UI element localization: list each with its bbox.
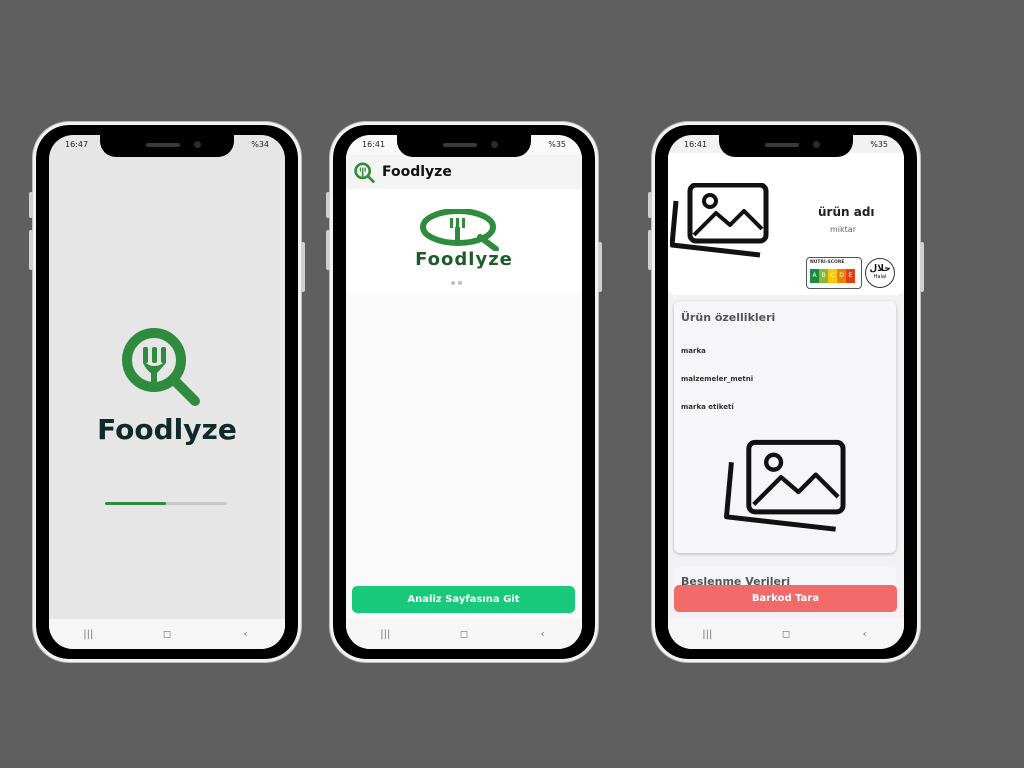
notch — [397, 135, 531, 157]
power-button — [301, 242, 305, 292]
features-title: Ürün özellikleri — [681, 311, 776, 324]
phone-splash: 16:47 %34 Foodlyze ||| ◻ ‹ — [29, 122, 305, 662]
foodlyze-logo-icon — [354, 162, 376, 188]
home-button[interactable]: ◻ — [147, 629, 187, 640]
grade-a: A — [810, 269, 819, 283]
recents-button[interactable]: ||| — [687, 629, 727, 640]
label-image-placeholder-icon[interactable] — [724, 436, 848, 552]
product-name: ürün adı — [818, 205, 875, 219]
grade-d: D — [837, 269, 846, 283]
status-battery: %34 — [251, 140, 269, 149]
volume-button — [648, 192, 652, 218]
volume-button — [326, 192, 330, 218]
banner-carousel[interactable]: Foodlyze — [346, 189, 582, 293]
product-features-card: Ürün özellikleri marka malzemeler_metni … — [674, 301, 896, 553]
splash-screen: 16:47 %34 Foodlyze ||| ◻ ‹ — [49, 135, 285, 649]
nav-bar: ||| ◻ ‹ — [668, 619, 904, 649]
nav-bar: ||| ◻ ‹ — [346, 619, 582, 649]
phone-home: 16:41 %35 Foodlyze Foodlyze Analiz Sayfa… — [326, 122, 602, 662]
feature-row: marka — [681, 347, 706, 355]
carousel-indicator — [451, 281, 462, 285]
nav-bar: ||| ◻ ‹ — [49, 619, 285, 649]
nutri-score-grades: A B C D E — [810, 269, 855, 283]
volume-button — [29, 192, 33, 218]
scan-barcode-button[interactable]: Barkod Tara — [674, 585, 897, 612]
notch — [100, 135, 234, 157]
grade-e: E — [846, 269, 855, 283]
phone-product: 16:41 %35 ürün adı miktar NUTRI-SCORE A … — [648, 122, 924, 662]
product-screen: 16:41 %35 ürün adı miktar NUTRI-SCORE A … — [668, 135, 904, 649]
app-bar: Foodlyze — [346, 155, 582, 189]
foodlyze-logo-icon — [121, 327, 205, 413]
volume-button — [648, 230, 652, 270]
back-button[interactable]: ‹ — [845, 629, 885, 640]
analyze-page-button[interactable]: Analiz Sayfasına Git — [352, 586, 575, 613]
home-screen: 16:41 %35 Foodlyze Foodlyze Analiz Sayfa… — [346, 135, 582, 649]
recents-button[interactable]: ||| — [68, 629, 108, 640]
halal-label: Halal — [873, 274, 887, 280]
status-time: 16:41 — [684, 140, 708, 149]
product-quantity: miktar — [830, 225, 856, 234]
home-button[interactable]: ◻ — [444, 629, 484, 640]
notch — [719, 135, 853, 157]
status-time: 16:47 — [65, 140, 89, 149]
back-button[interactable]: ‹ — [226, 629, 266, 640]
power-button — [920, 242, 924, 292]
status-battery: %35 — [548, 140, 566, 149]
appbar-title: Foodlyze — [382, 164, 452, 180]
halal-badge-icon: حلال Halal — [865, 258, 895, 288]
app-name: Foodlyze — [97, 413, 237, 446]
nutri-score-badge: NUTRI-SCORE A B C D E — [806, 257, 862, 289]
grade-b: B — [819, 269, 828, 283]
volume-button — [29, 230, 33, 270]
grade-c: C — [828, 269, 837, 283]
home-button[interactable]: ◻ — [766, 629, 806, 640]
power-button — [598, 242, 602, 292]
feature-row: malzemeler_metni — [681, 375, 754, 383]
nutri-score-label: NUTRI-SCORE — [810, 260, 845, 265]
status-battery: %35 — [870, 140, 888, 149]
loading-progress-bar — [105, 502, 227, 505]
back-button[interactable]: ‹ — [523, 629, 563, 640]
product-image-placeholder-icon[interactable] — [669, 182, 770, 271]
status-time: 16:41 — [362, 140, 386, 149]
recents-button[interactable]: ||| — [365, 629, 405, 640]
volume-button — [326, 230, 330, 270]
banner-wordmark: Foodlyze — [415, 249, 513, 270]
feature-row: marka etiketi — [681, 403, 734, 411]
loading-progress-fill — [105, 502, 166, 505]
